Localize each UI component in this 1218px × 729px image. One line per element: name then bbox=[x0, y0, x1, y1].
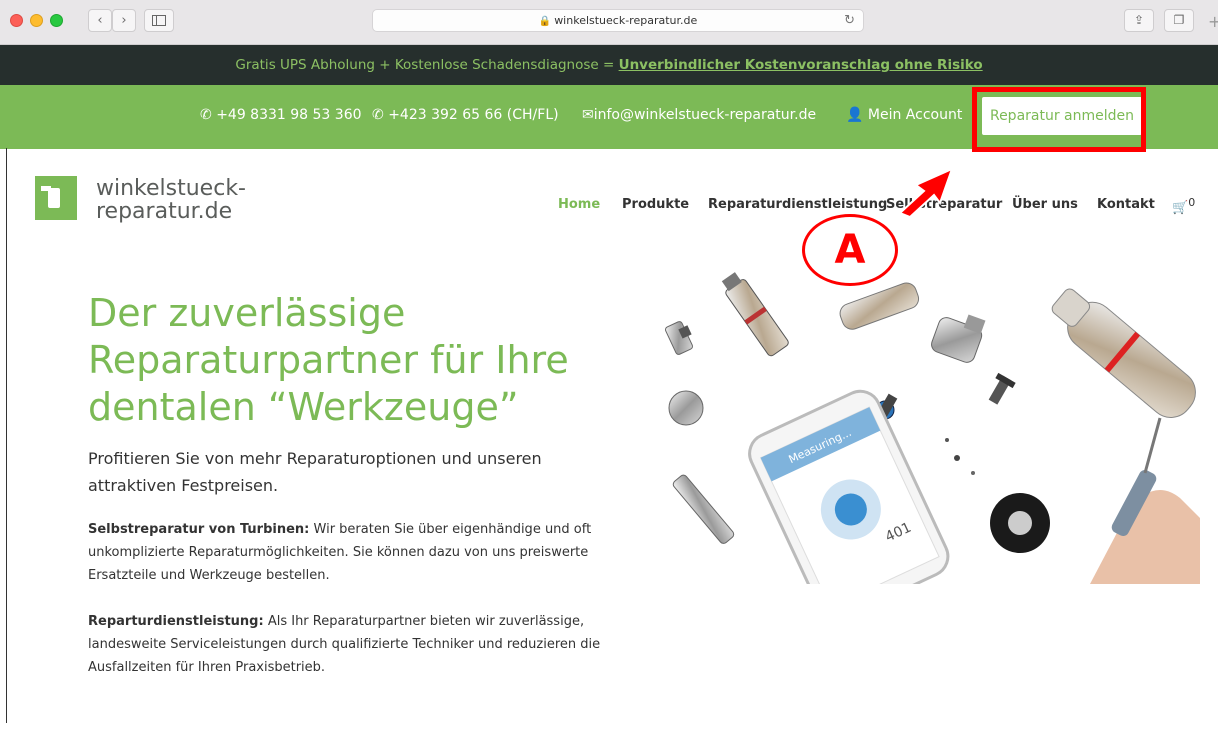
repair-service-heading: Reparturdienstleistung: bbox=[88, 614, 264, 629]
self-repair-paragraph: Selbstreparatur von Turbinen: Wir berate… bbox=[88, 518, 618, 587]
nav-repair-service[interactable]: Reparaturdienstleistung bbox=[708, 197, 887, 212]
nav-contact[interactable]: Kontakt bbox=[1097, 197, 1155, 212]
back-button[interactable]: ‹ bbox=[88, 9, 112, 32]
logo-text[interactable]: winkelstueck- reparatur.de bbox=[96, 177, 246, 223]
minimize-window-button[interactable] bbox=[30, 14, 43, 27]
zoom-window-button[interactable] bbox=[50, 14, 63, 27]
small-part-icon bbox=[945, 438, 949, 442]
announcement-text: Gratis UPS Abholung + Kostenlose Schaden… bbox=[235, 57, 619, 73]
phone-de-text: +49 8331 98 53 360 bbox=[216, 107, 362, 123]
reload-icon[interactable]: ↻ bbox=[844, 10, 855, 31]
page-edge-divider bbox=[6, 148, 7, 723]
url-text: winkelstueck-reparatur.de bbox=[554, 14, 698, 27]
chevron-right-icon: › bbox=[121, 13, 127, 28]
address-bar[interactable]: 🔒 winkelstueck-reparatur.de ↻ bbox=[372, 9, 864, 32]
forward-button[interactable]: › bbox=[112, 9, 136, 32]
account-text: Mein Account bbox=[867, 107, 963, 123]
hero-title-line-1: Der zuverlässige bbox=[88, 291, 406, 335]
announcement-bar: Gratis UPS Abholung + Kostenlose Schaden… bbox=[0, 45, 1218, 85]
email-link[interactable]: ✉info@winkelstueck-reparatur.de bbox=[582, 107, 816, 123]
phone-icon: ✆ bbox=[200, 107, 212, 123]
contra-angle-head-icon bbox=[931, 314, 986, 363]
contra-angle-handpiece-icon bbox=[1051, 288, 1196, 418]
email-text: info@winkelstueck-reparatur.de bbox=[593, 107, 817, 123]
envelope-icon: ✉ bbox=[582, 107, 594, 123]
tabs-button[interactable]: ❐ bbox=[1164, 9, 1194, 32]
chevron-left-icon: ‹ bbox=[97, 13, 103, 28]
hand-holding-tool-icon bbox=[1090, 417, 1200, 584]
tabs-icon: ❐ bbox=[1173, 13, 1185, 27]
nav-home[interactable]: Home bbox=[558, 197, 600, 212]
share-button[interactable]: ⇪ bbox=[1124, 9, 1154, 32]
straight-handpiece-icon bbox=[839, 282, 920, 330]
nav-products[interactable]: Produkte bbox=[622, 197, 689, 212]
share-icon: ⇪ bbox=[1133, 13, 1145, 27]
browser-toolbar: ‹ › 🔒 winkelstueck-reparatur.de ↻ ⇪ ❐ + bbox=[0, 0, 1218, 45]
close-window-button[interactable] bbox=[10, 14, 23, 27]
hero-title: Der zuverlässige Reparaturpartner für Ih… bbox=[88, 290, 588, 431]
hero-title-line-2: Reparaturpartner für Ihre bbox=[88, 338, 569, 382]
sidebar-button[interactable] bbox=[144, 9, 174, 32]
phone-de[interactable]: ✆ +49 8331 98 53 360 bbox=[200, 107, 362, 123]
repair-service-paragraph: Reparturdienstleistung: Als Ihr Reparatu… bbox=[88, 610, 618, 679]
self-repair-heading: Selbstreparatur von Turbinen: bbox=[88, 522, 310, 537]
turbine-cartridge-icon bbox=[664, 321, 694, 355]
annotation-highlight-box bbox=[972, 87, 1146, 152]
phone-icon: ✆ bbox=[372, 107, 384, 123]
hero-title-line-3: dentalen “Werkzeuge” bbox=[88, 385, 519, 429]
nav-about[interactable]: Über uns bbox=[1012, 197, 1078, 212]
user-icon: 👤 bbox=[846, 107, 864, 123]
screw-icon bbox=[988, 372, 1016, 405]
account-link[interactable]: 👤 Mein Account bbox=[846, 107, 962, 123]
sidebar-icon bbox=[152, 15, 166, 26]
bearing-icon bbox=[990, 493, 1050, 553]
lock-icon: 🔒 bbox=[538, 16, 552, 27]
logo-line-2: reparatur.de bbox=[96, 199, 233, 224]
dental-tools-collage: Measuring... 401 bbox=[664, 272, 1200, 584]
logo-tool-body bbox=[48, 188, 60, 208]
hero-lead: Profitieren Sie von mehr Reparaturoption… bbox=[88, 449, 542, 495]
small-part-icon bbox=[971, 471, 975, 475]
cart-icon: 🛒 bbox=[1172, 200, 1189, 216]
logo-icon[interactable] bbox=[35, 176, 77, 220]
cap-icon bbox=[668, 390, 704, 426]
annotation-arrow-icon bbox=[898, 167, 954, 219]
logo-line-1: winkelstueck- bbox=[96, 176, 246, 201]
bur-icon bbox=[672, 474, 735, 544]
smartphone-measurement-icon: Measuring... 401 bbox=[748, 389, 950, 584]
cart-count: 0 bbox=[1188, 196, 1196, 209]
coupling-icon bbox=[721, 272, 789, 357]
phone-ch[interactable]: ✆ +423 392 65 66 (CH/FL) bbox=[372, 107, 559, 123]
phone-ch-text: +423 392 65 66 (CH/FL) bbox=[388, 107, 559, 123]
cart-button[interactable]: 🛒0 bbox=[1172, 196, 1195, 215]
small-part-icon bbox=[954, 455, 960, 461]
quote-link[interactable]: Unverbindlicher Kostenvoranschlag ohne R… bbox=[619, 57, 983, 73]
new-tab-icon[interactable]: + bbox=[1208, 12, 1218, 31]
